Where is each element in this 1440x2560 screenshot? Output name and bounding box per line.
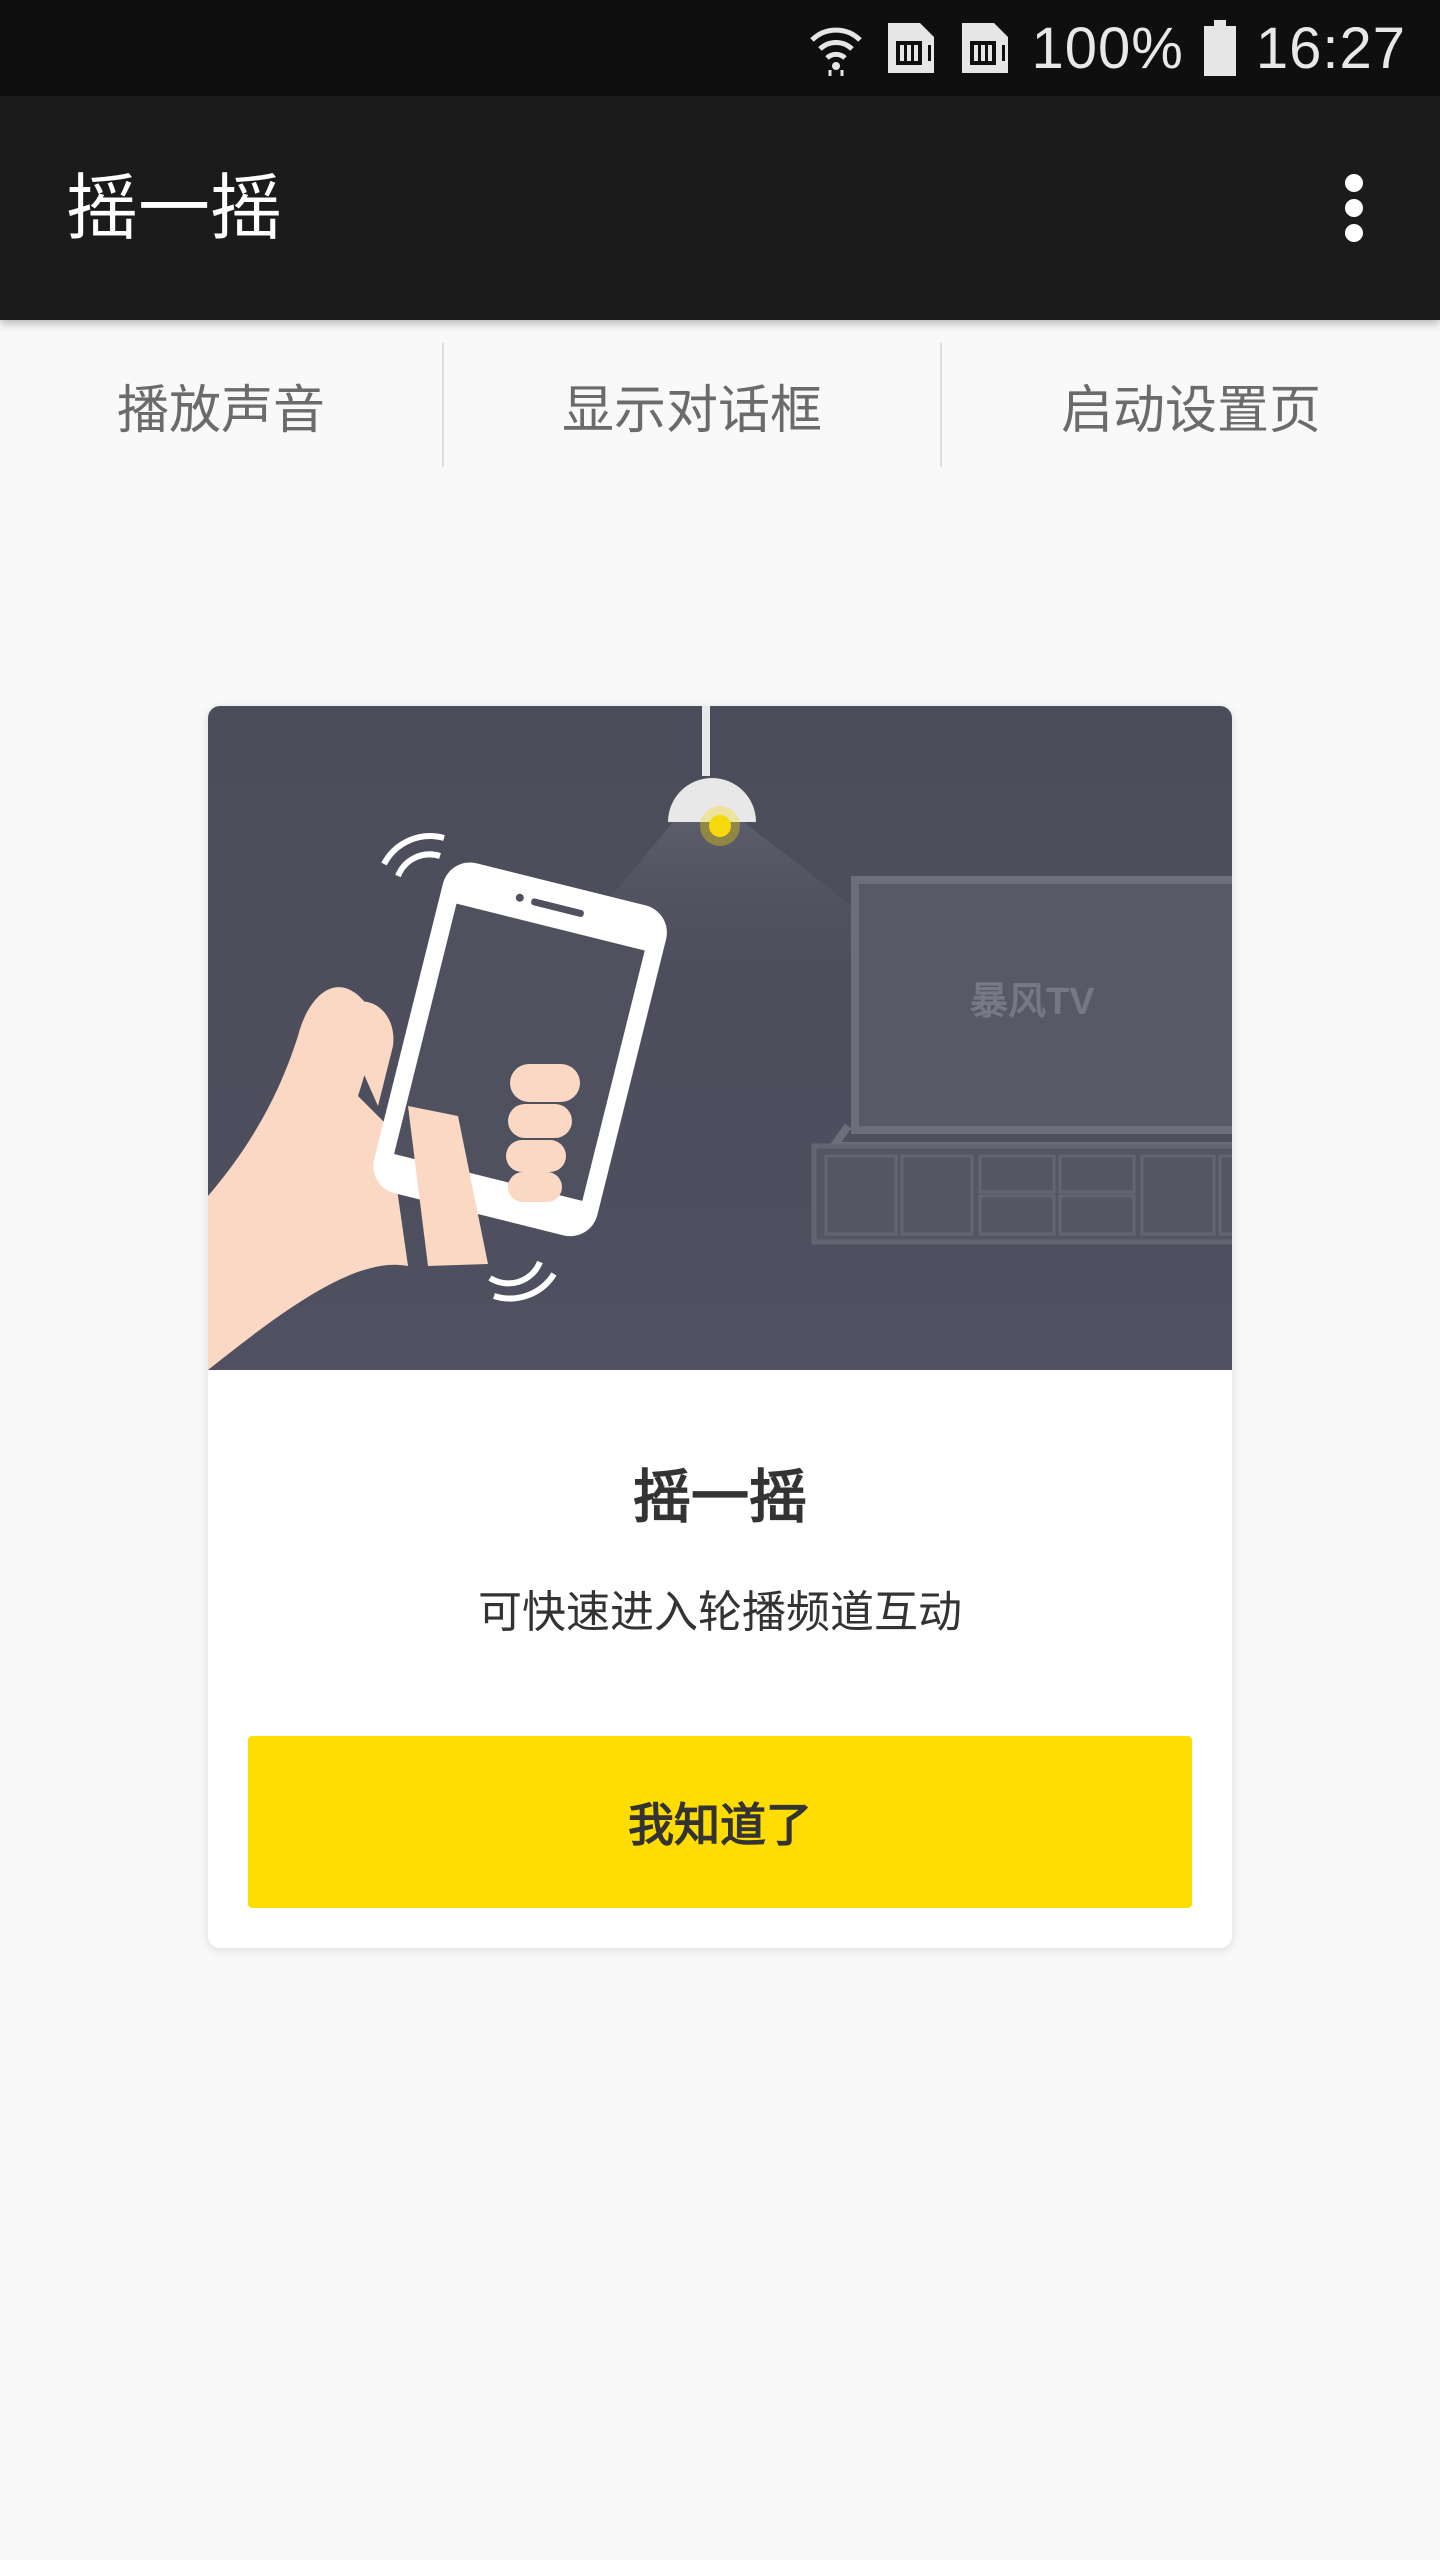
sim1-icon [887, 23, 934, 73]
tv-brand-label: 暴风TV [970, 981, 1095, 1023]
dialog-title: 摇一摇 [632, 1463, 807, 1531]
more-vert-icon [1345, 174, 1363, 242]
tab-play-sound[interactable]: 播放声音 [0, 320, 442, 490]
more-options-button[interactable] [1304, 158, 1404, 258]
tab-play-sound-label: 播放声音 [116, 380, 325, 441]
tab-open-settings-label: 启动设置页 [1060, 380, 1321, 441]
got-it-button-label: 我知道了 [628, 1798, 812, 1852]
tv-icon: 暴风TV [811, 876, 1232, 1245]
tab-open-settings[interactable]: 启动设置页 [942, 320, 1440, 490]
sim2-icon [961, 23, 1008, 73]
status-icons: 100% 16:27 [808, 0, 1407, 96]
shake-illustration: 暴风TV [208, 706, 1232, 1370]
tab-show-dialog[interactable]: 显示对话框 [444, 320, 940, 490]
got-it-button[interactable]: 我知道了 [248, 1736, 1192, 1908]
clock: 16:27 [1255, 15, 1406, 81]
status-bar: 100% 16:27 [0, 0, 1440, 96]
battery-icon [1203, 20, 1236, 76]
action-tabs: 播放声音 显示对话框 启动设置页 [0, 320, 1440, 490]
battery-percent: 100% [1031, 15, 1184, 81]
wifi-icon [809, 27, 862, 76]
dialog-description: 可快速进入轮播频道互动 [478, 1587, 962, 1638]
page-title: 摇一摇 [66, 166, 283, 250]
app-bar: 摇一摇 [0, 96, 1440, 320]
tab-show-dialog-label: 显示对话框 [561, 380, 822, 441]
